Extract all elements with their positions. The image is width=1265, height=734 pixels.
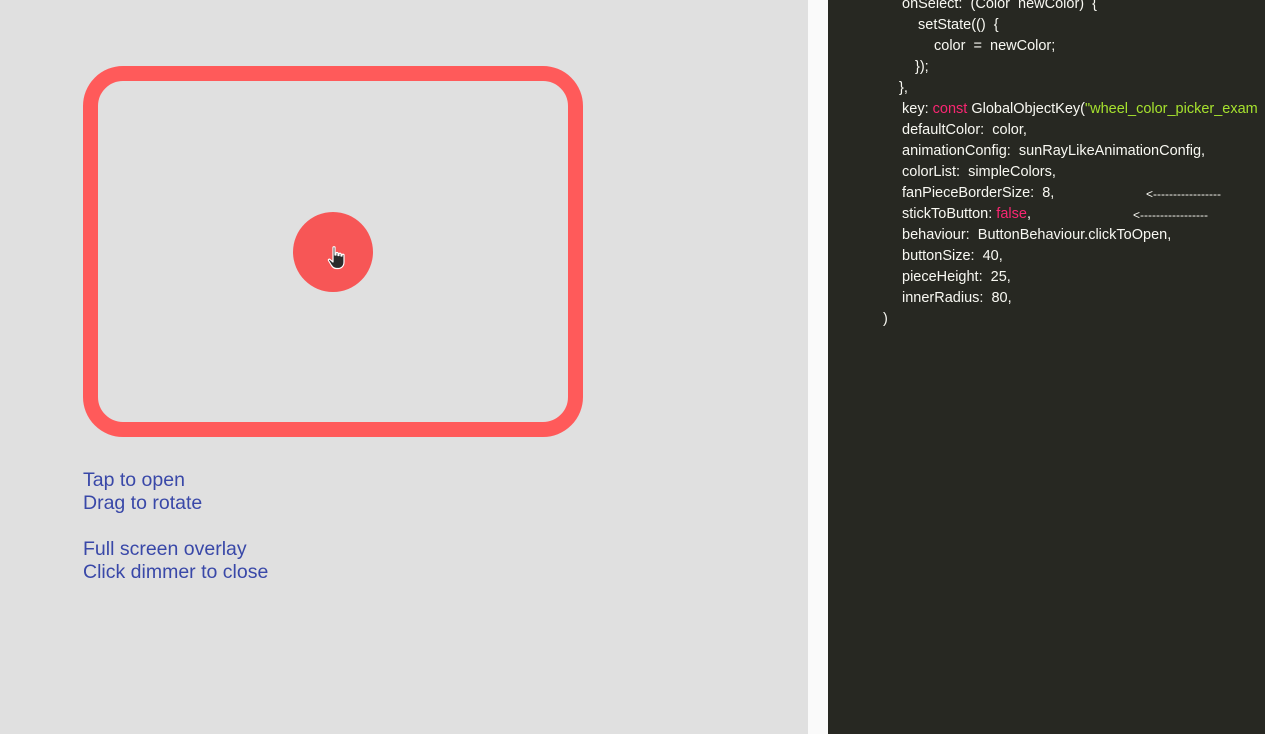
code-line: stickToButton: false,: [902, 204, 1031, 225]
instructions-text: Tap to open Drag to rotate Full screen o…: [83, 469, 268, 584]
code-line: innerRadius: 80,: [902, 290, 1012, 306]
code-line: key: const GlobalObjectKey("wheel_color_…: [902, 99, 1258, 120]
instruction-dimmer: Click dimmer to close: [83, 561, 269, 583]
code-line: ): [883, 311, 888, 327]
code-string: "wheel_color_picker_exam: [1084, 101, 1258, 117]
instruction-spacer: [83, 515, 268, 538]
pane-divider: [808, 0, 828, 734]
code-token: key:: [902, 101, 933, 117]
code-line: pieceHeight: 25,: [902, 269, 1011, 285]
code-line: defaultColor: color,: [902, 122, 1027, 138]
annotation-arrow: <-----------------: [1146, 187, 1221, 201]
code-line: },: [899, 80, 908, 96]
code-line: setState(() {: [918, 17, 999, 33]
instruction-overlay: Full screen overlay: [83, 538, 247, 560]
code-line: });: [915, 59, 929, 75]
app-window: Tap to open Drag to rotate Full screen o…: [0, 0, 1265, 734]
code-token: stickToButton:: [902, 206, 997, 222]
instruction-tap: Tap to open: [83, 469, 185, 491]
code-line: colorList: simpleColors,: [902, 164, 1056, 180]
code-token: ,: [1026, 206, 1031, 222]
code-line: animationConfig: sunRayLikeAnimationConf…: [902, 143, 1206, 159]
code-line: fanPieceBorderSize: 8,: [902, 185, 1055, 201]
instruction-drag: Drag to rotate: [83, 492, 203, 514]
code-keyword: const: [932, 101, 968, 117]
code-line: color = newColor;: [934, 38, 1056, 54]
code-line: onSelect: (Color newColor) {: [902, 0, 1098, 12]
annotation-arrow: <-----------------: [1133, 208, 1208, 222]
code-token: GlobalObjectKey(: [967, 101, 1085, 117]
code-panel: onSelect: (Color newColor) { setState(()…: [828, 0, 1265, 734]
code-keyword: false: [996, 206, 1027, 222]
demo-pane: Tap to open Drag to rotate Full screen o…: [0, 0, 808, 734]
code-line: behaviour: ButtonBehaviour.clickToOpen,: [902, 227, 1172, 243]
hand-pointer-icon: [327, 246, 345, 270]
code-line: buttonSize: 40,: [902, 248, 1003, 264]
